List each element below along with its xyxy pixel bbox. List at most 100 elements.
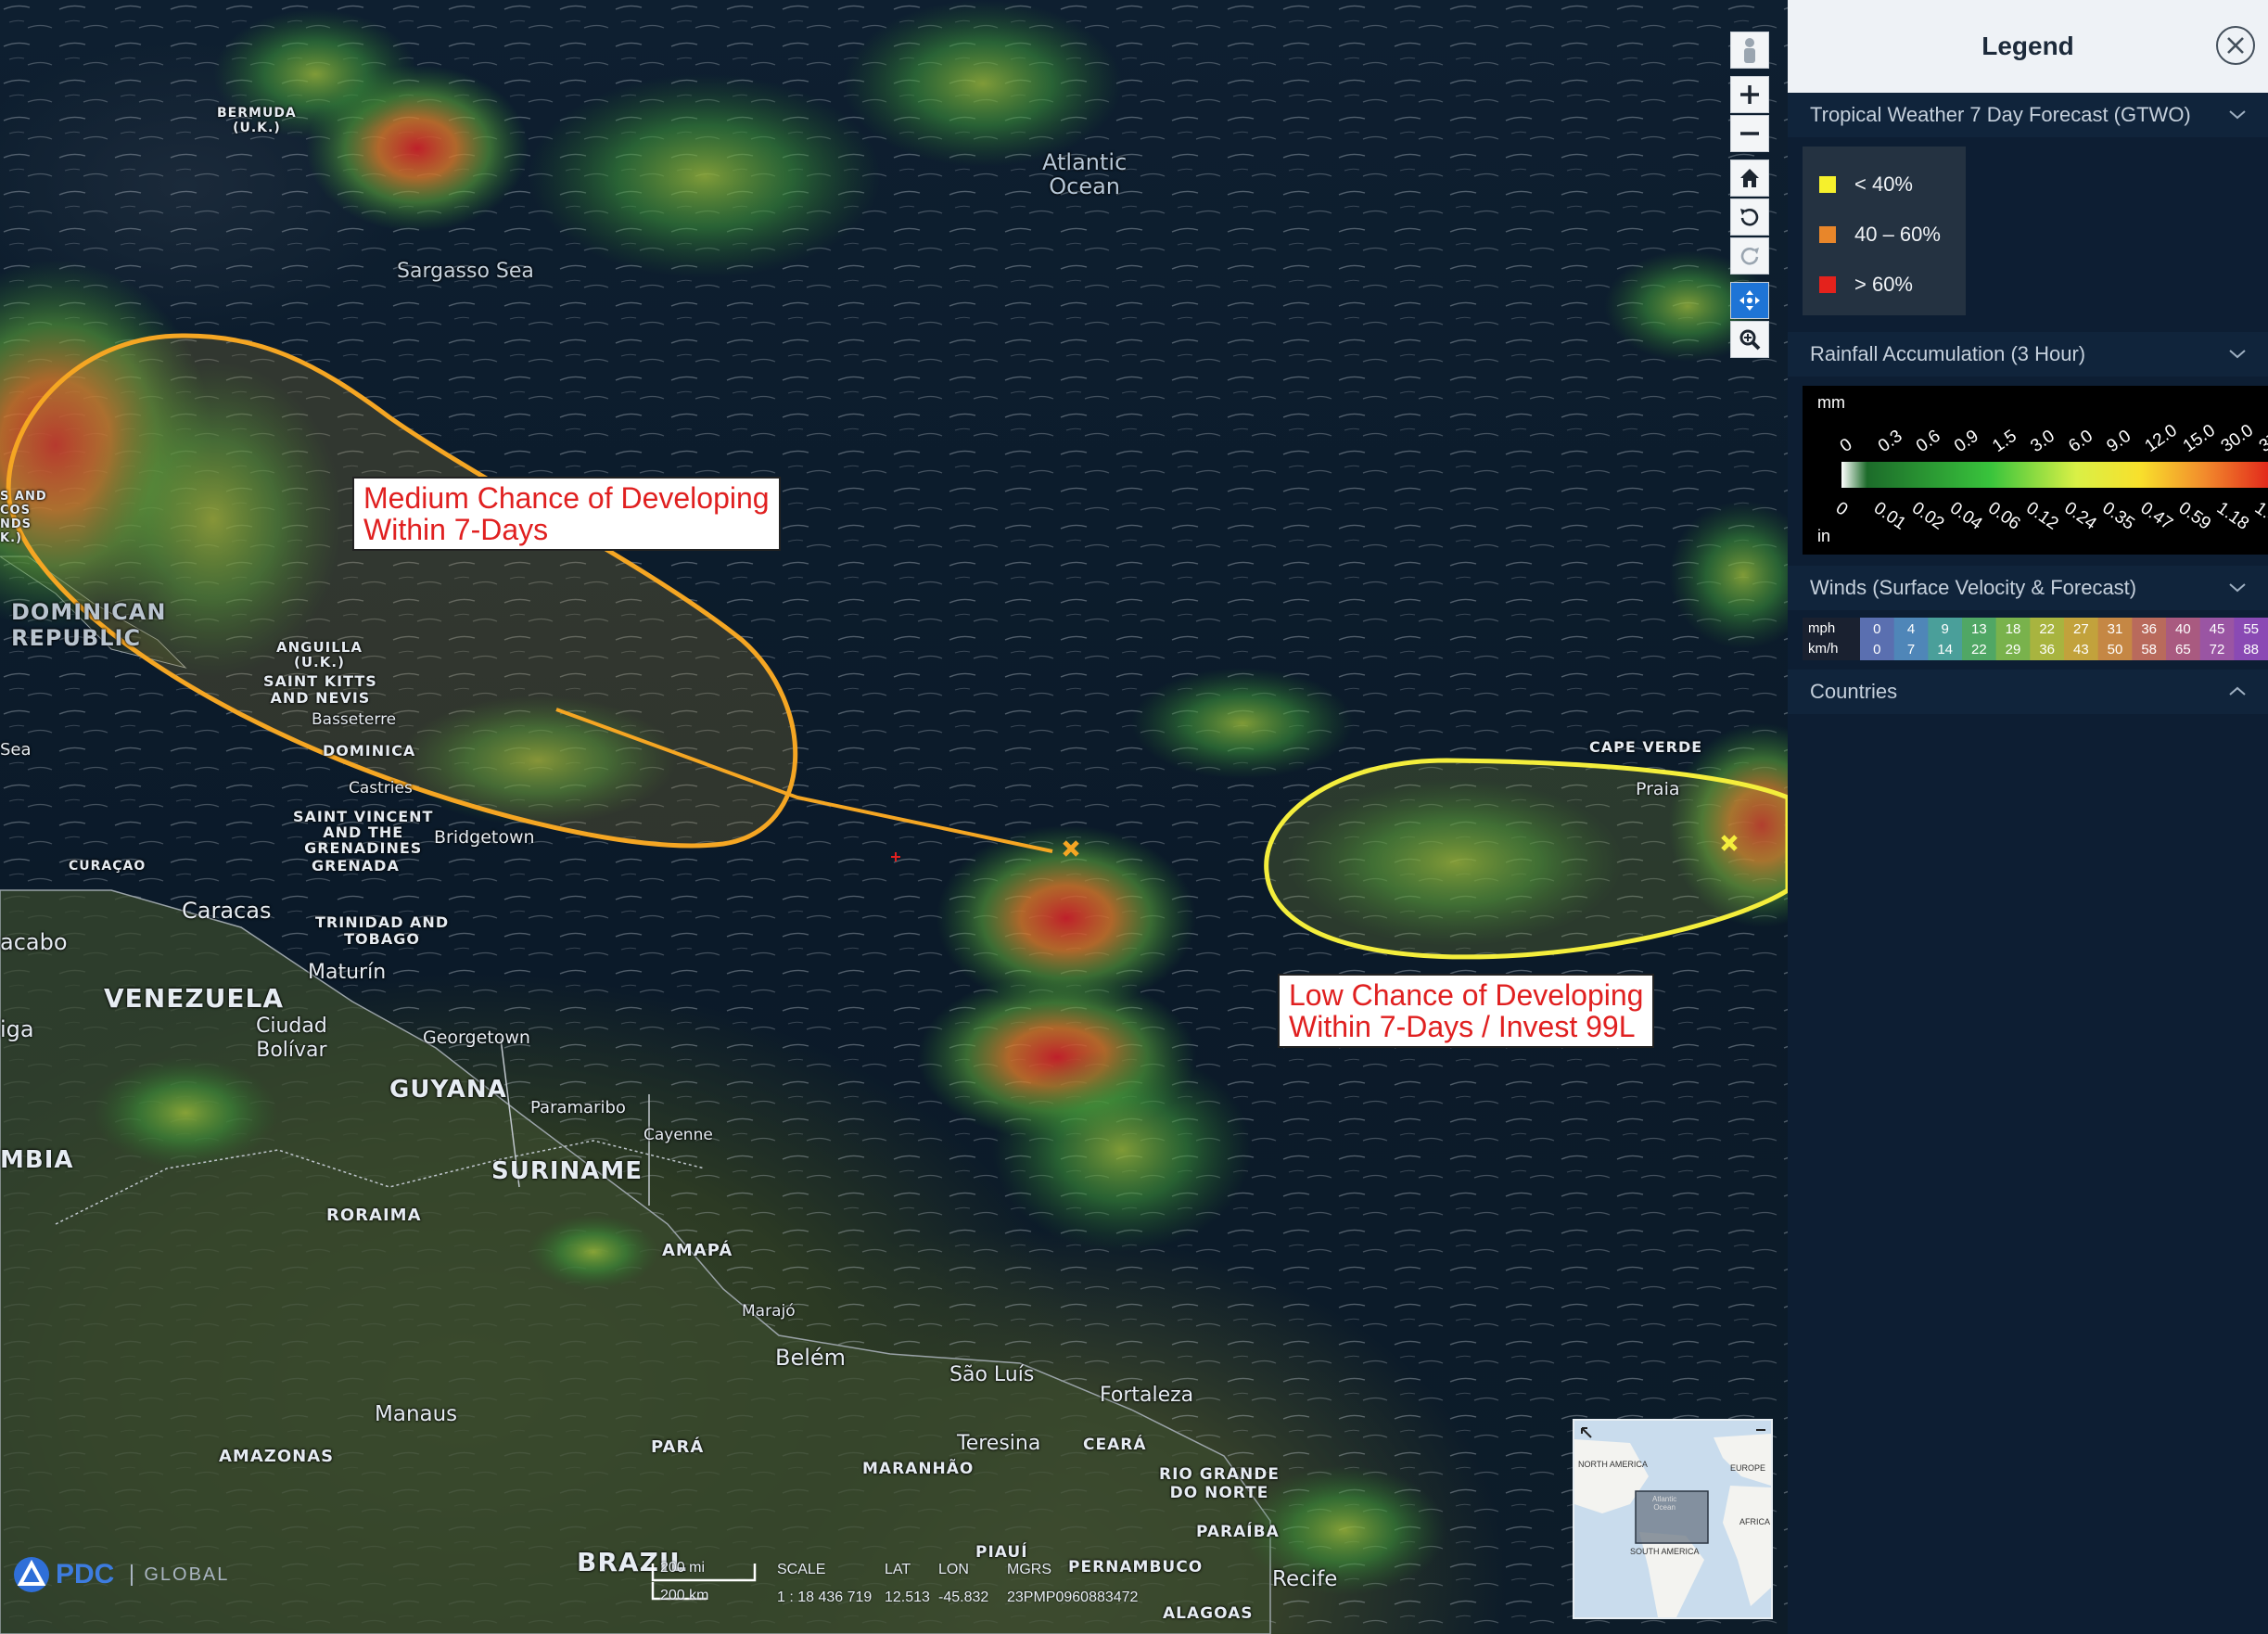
rain-tick-mm: 3.0	[2027, 427, 2058, 456]
basseterre-label: Basseterre	[312, 710, 397, 729]
manaus-label: Manaus	[375, 1402, 458, 1426]
rotate-right-button[interactable]	[1730, 237, 1769, 274]
winds-value: 55	[2243, 621, 2259, 637]
home-icon	[1740, 169, 1759, 187]
saint-vincent-label: SAINT VINCENT AND THE GRENADINES	[293, 808, 434, 857]
rain-tick-mm: 12.0	[2142, 421, 2181, 456]
iga-label: iga	[0, 1016, 34, 1042]
alagoas-label: ALAGOAS	[1163, 1604, 1254, 1623]
countries-section-title: Countries	[1810, 680, 1898, 703]
rain-tick-mm: 0.6	[1913, 427, 1944, 456]
legend-header: Legend	[1788, 0, 2268, 93]
rain-section: Rainfall Accumulation (3 Hour) mm in 0 0…	[1788, 332, 2268, 555]
overview-map[interactable]: NORTH AMERICA EUROPE AFRICA SOUTH AMERIC…	[1573, 1419, 1773, 1619]
curacao-label: CURAÇAO	[69, 859, 147, 874]
countries-section-header[interactable]: Countries	[1788, 670, 2268, 714]
rain-tick-in: 0.06	[1984, 498, 2023, 533]
map-view[interactable]: Atlantic Ocean Sargasso Sea BERMUDA (U.K…	[0, 0, 1788, 1634]
pdc-logo-icon	[14, 1557, 49, 1592]
overview-atlantic: Atlantic Ocean	[1652, 1495, 1677, 1512]
georgetown-label: Georgetown	[423, 1028, 530, 1048]
pan-button[interactable]	[1730, 282, 1769, 319]
trinidad-label: TRINIDAD AND TOBAGO	[315, 913, 450, 948]
home-button[interactable]	[1730, 160, 1769, 197]
countries-section: Countries	[1788, 670, 2268, 714]
winds-value: 7	[1907, 642, 1915, 657]
maturin-label: Maturín	[308, 961, 387, 984]
amazonas-label: AMAZONAS	[219, 1447, 335, 1466]
rain-scale: 0 0.3 0.6 0.9 1.5 3.0 6.0 9.0 12.015.030.037.0 0…	[1832, 421, 2268, 534]
winds-value: 88	[2243, 642, 2259, 657]
winds-value: 36	[2141, 621, 2157, 637]
rain-tick-in: 0.24	[2060, 498, 2100, 534]
anguilla-label: ANGUILLA (U.K.)	[276, 639, 363, 670]
rain-tick-in: 0.47	[2137, 498, 2176, 533]
dominica-label: DOMINICA	[323, 742, 416, 760]
rain-section-header[interactable]: Rainfall Accumulation (3 Hour)	[1788, 332, 2268, 377]
legend-close-button[interactable]	[2216, 26, 2255, 65]
lon-value: -45.832	[938, 1589, 989, 1605]
pdc-global-text: GLOBAL	[131, 1564, 229, 1586]
caracas-label: Caracas	[182, 898, 272, 924]
winds-legend: mph km/h 0 0 4 7 9 14 13 22 18 29 22 36 27 43 31 50 36 58 40…	[1803, 618, 2268, 660]
gtwo-item: 40 – 60%	[1803, 210, 1966, 260]
marajo-label: Marajó	[742, 1302, 796, 1321]
gtwo-swatch-high	[1819, 276, 1836, 293]
rain-gradient-bar	[1841, 462, 2268, 488]
winds-value: 22	[1971, 642, 1987, 657]
atlantic-ocean-label: Atlantic Ocean	[1042, 149, 1128, 199]
winds-value: 4	[1907, 621, 1915, 637]
medium-chance-callout: Medium Chance of Developing Within 7-Day…	[352, 477, 781, 551]
zoom-in-icon	[1740, 85, 1759, 104]
zoom-out-button[interactable]	[1730, 115, 1769, 152]
lon-label: LON	[938, 1562, 969, 1577]
mgrs-value: 23PMP0960883472	[1007, 1589, 1139, 1605]
scale-km: 200 km	[660, 1588, 709, 1603]
mgrs-label: MGRS	[1007, 1562, 1051, 1577]
rotate-right-icon	[1740, 248, 1759, 265]
scale-value: 1 : 18 436 719	[777, 1589, 873, 1605]
piaui-label: PIAUÍ	[975, 1543, 1028, 1562]
maranhao-label: MARANHÃO	[862, 1460, 975, 1478]
dominican-republic-label: DOMINICAN REPUBLIC	[11, 599, 167, 651]
pdc-logo[interactable]: PDC GLOBAL	[13, 1556, 229, 1593]
bridgetown-label: Bridgetown	[434, 827, 535, 848]
winds-value: 13	[1971, 621, 1987, 637]
venezuela-label: VENEZUELA	[104, 983, 285, 1014]
winds-value: 72	[2210, 642, 2225, 657]
rain-tick-in: 0.01	[1870, 498, 1909, 533]
gtwo-section: Tropical Weather 7 Day Forecast (GTWO) <…	[1788, 93, 2268, 315]
gtwo-item: > 60%	[1803, 260, 1966, 310]
winds-value: 27	[2073, 621, 2089, 637]
fortaleza-label: Fortaleza	[1100, 1384, 1194, 1407]
pan-icon	[1739, 290, 1760, 311]
gtwo-section-header[interactable]: Tropical Weather 7 Day Forecast (GTWO)	[1788, 93, 2268, 137]
castries-label: Castries	[349, 779, 413, 798]
winds-value: 0	[1873, 621, 1880, 637]
zoom-box-button[interactable]	[1730, 321, 1769, 358]
street-view-button[interactable]	[1730, 32, 1769, 69]
gtwo-item: < 40%	[1803, 160, 1966, 210]
zoom-in-button[interactable]	[1730, 76, 1769, 113]
sao-luis-label: São Luís	[949, 1363, 1035, 1386]
sea-label: Sea	[0, 740, 32, 760]
para-label: PARÁ	[651, 1437, 705, 1457]
pernambuco-label: PERNAMBUCO	[1068, 1558, 1204, 1577]
teresina-label: Teresina	[957, 1432, 1041, 1455]
chevron-down-icon	[2229, 583, 2246, 593]
amapa-label: AMAPÁ	[662, 1241, 733, 1260]
rain-tick-in: 1.18	[2213, 498, 2252, 533]
pdc-logo-text: PDC	[56, 1559, 115, 1589]
chevron-down-icon	[2229, 110, 2246, 120]
rain-tick-mm: 0.9	[1951, 427, 1982, 456]
rain-legend: mm in 0 0.3 0.6 0.9 1.5 3.0 6.0 9.0 12.0 15.0 30.	[1803, 386, 2268, 555]
winds-value: 50	[2108, 642, 2123, 657]
rain-tick-in: 0.35	[2098, 498, 2137, 533]
rotate-left-button[interactable]	[1730, 198, 1769, 236]
winds-section-header[interactable]: Winds (Surface Velocity & Forecast)	[1788, 566, 2268, 610]
rain-tick-mm: 0	[1837, 435, 1856, 456]
rain-tick-in: 0.59	[2175, 498, 2214, 533]
praia-label: Praia	[1636, 779, 1680, 799]
bermuda-label: BERMUDA (U.K.)	[217, 106, 297, 135]
winds-value: 40	[2175, 621, 2191, 637]
